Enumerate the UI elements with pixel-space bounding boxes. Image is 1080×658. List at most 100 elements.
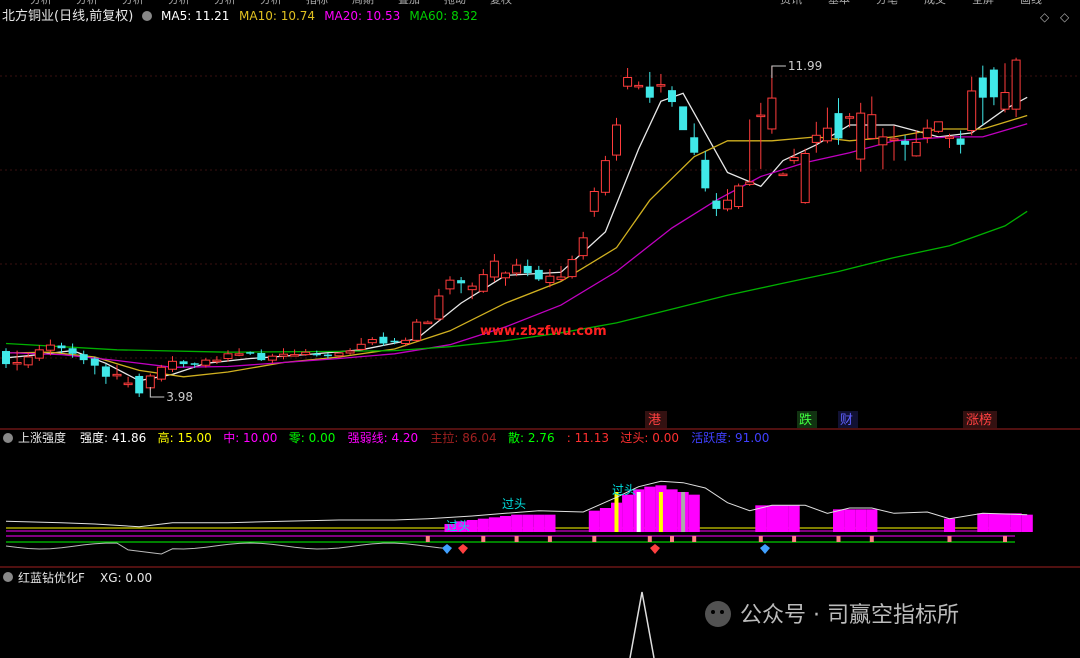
- candle-body: [889, 138, 899, 141]
- ma-label: MA20: 10.53: [324, 9, 400, 23]
- candle-body: [401, 339, 411, 345]
- candle-body: [246, 352, 255, 354]
- event-tag-zhangbang: 涨榜: [966, 412, 992, 428]
- highlight-bar: [681, 492, 686, 532]
- candle-body: [390, 340, 399, 343]
- candle-body: [512, 264, 522, 274]
- event-tag-cai: 财: [840, 413, 853, 428]
- top-menu-item[interactable]: 分析: [168, 0, 190, 6]
- candle-body: [412, 321, 422, 341]
- top-menu-item[interactable]: 分析: [30, 0, 52, 6]
- indicator-name: 上涨强度: [18, 430, 66, 445]
- candle-body: [290, 354, 300, 357]
- strength-bar: [988, 513, 1000, 532]
- top-menu-item[interactable]: 分析: [214, 0, 236, 6]
- ma-label: MA5: 11.21: [161, 9, 229, 23]
- candle-body: [634, 84, 644, 88]
- event-tag-gang: 港: [648, 413, 661, 428]
- indicator-value: 散: 2.76: [508, 430, 555, 445]
- guotou-label-3: 过头: [446, 519, 470, 533]
- indicator-value: 中: 10.00: [223, 430, 277, 445]
- wechat-account-name: 公众号 · 司赢空指标所: [740, 603, 959, 628]
- top-menu-item[interactable]: 周期: [352, 0, 374, 6]
- candle-body: [156, 366, 166, 380]
- top-menu-item[interactable]: 指标: [306, 0, 328, 6]
- candle-body: [690, 137, 699, 153]
- top-right-menu-item[interactable]: 全屏: [972, 0, 994, 6]
- top-right-menu-item[interactable]: 分笔: [876, 0, 898, 6]
- candle-body: [656, 84, 666, 87]
- top-menu-item[interactable]: 拖动: [444, 0, 466, 6]
- strength-bar: [533, 514, 545, 532]
- candle-body: [933, 121, 943, 132]
- candle-body: [267, 355, 277, 361]
- candle-body: [234, 353, 244, 356]
- candle-body: [445, 279, 455, 290]
- candle-body: [279, 353, 288, 357]
- tick-marker: [647, 536, 652, 542]
- top-menu-item[interactable]: 分析: [122, 0, 144, 6]
- candle-body: [845, 116, 855, 119]
- indicator-value: 强度: 41.86: [80, 430, 146, 445]
- top-right-menu-item[interactable]: 基本: [828, 0, 850, 6]
- candle-body: [79, 354, 88, 361]
- expand-icon[interactable]: ◇: [1060, 10, 1070, 24]
- candle-body: [356, 343, 366, 350]
- candle-body: [589, 191, 599, 212]
- candle-body: [501, 272, 510, 279]
- candle-body: [811, 134, 821, 143]
- candle-body: [379, 336, 388, 344]
- candle-body: [612, 124, 621, 156]
- candle-body: [345, 350, 355, 354]
- top-menu-item[interactable]: 叠加: [398, 0, 420, 6]
- indicator-value: 主拉: 86.04: [430, 430, 496, 445]
- bottom-panel-menu-icon[interactable]: [3, 572, 13, 582]
- candle-body: [489, 260, 499, 278]
- candle-body: [623, 77, 633, 87]
- candle-body: [367, 339, 377, 344]
- indicator-header: 上涨强度 强度: 41.86 高: 15.00 中: 10.00 零: 0.00 强弱线…: [3, 430, 769, 445]
- candle-body: [12, 362, 22, 365]
- top-menu-item[interactable]: 分析: [260, 0, 282, 6]
- candle-body: [567, 259, 577, 278]
- candle-body: [2, 351, 10, 365]
- strength-bar: [1021, 514, 1033, 532]
- candle-body: [1011, 59, 1021, 110]
- top-right-menu-item[interactable]: 画线: [1020, 0, 1042, 6]
- diamond-icon[interactable]: ◇: [1040, 10, 1050, 24]
- strength-bar: [477, 518, 489, 532]
- candle-body: [578, 237, 588, 257]
- candle-body: [101, 366, 110, 377]
- candle-body: [668, 90, 676, 103]
- candle-body: [989, 69, 998, 98]
- candle-body: [701, 159, 710, 189]
- top-menu-item[interactable]: 复权: [490, 0, 512, 6]
- candle-body: [745, 181, 755, 185]
- candle-body: [789, 156, 799, 162]
- tick-marker: [481, 536, 486, 542]
- top-menu-item[interactable]: 分析: [76, 0, 98, 6]
- candle-body: [523, 265, 532, 274]
- indicator-value: 零: 0.00: [289, 431, 336, 445]
- candle-body: [145, 375, 155, 389]
- indicator-value: : 11.13: [567, 431, 609, 445]
- tick-marker: [947, 536, 952, 542]
- panel-menu-icon[interactable]: [142, 11, 152, 21]
- indicator-value: 高: 15.00: [158, 430, 212, 445]
- candle-body: [457, 280, 466, 284]
- indicator-menu-icon[interactable]: [3, 433, 13, 443]
- ma-label: MA10: 10.74: [239, 9, 315, 23]
- tick-marker: [692, 536, 697, 542]
- top-right-menu-item[interactable]: 成交: [924, 0, 946, 6]
- top-right-menu-item[interactable]: 资讯: [780, 0, 802, 6]
- strength-bar: [866, 509, 878, 532]
- candle-body: [878, 136, 888, 146]
- bottom-indicator-name: 红蓝钻优化F: [18, 570, 85, 585]
- candle-body: [34, 349, 44, 359]
- tick-marker: [792, 536, 797, 542]
- candle-body: [756, 114, 766, 118]
- candle-body: [112, 373, 122, 377]
- candle-body: [800, 153, 810, 204]
- strength-bar: [844, 509, 856, 532]
- candle-body: [822, 127, 832, 142]
